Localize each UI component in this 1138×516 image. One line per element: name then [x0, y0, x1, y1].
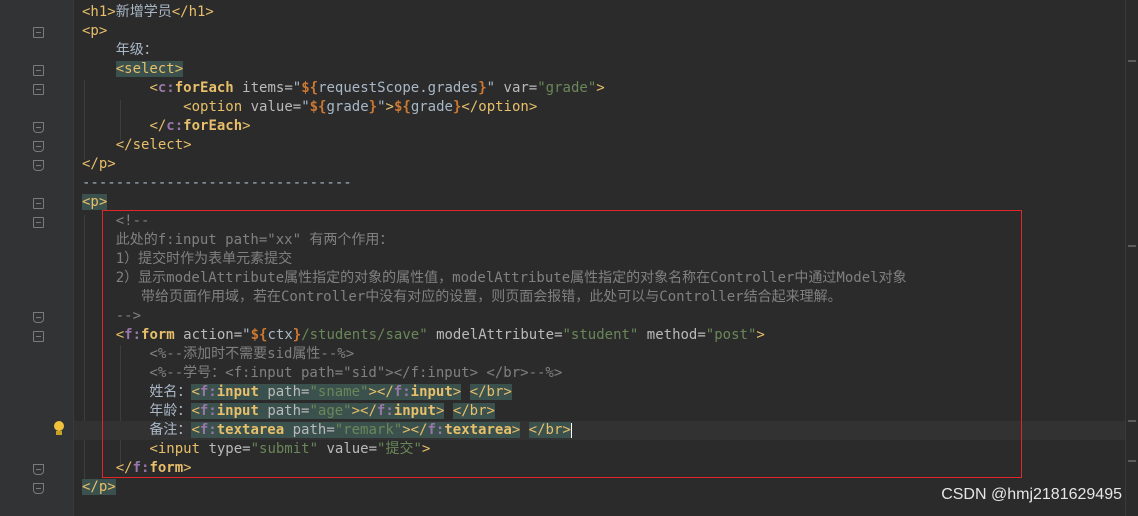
- code-token: >: [596, 80, 605, 96]
- code-token: var=: [495, 80, 538, 96]
- code-line[interactable]: <h1>新增学员</h1>: [82, 3, 1127, 22]
- code-token: grade: [410, 99, 453, 115]
- fold-marker-icon[interactable]: [33, 217, 44, 228]
- code-token: forEach: [183, 118, 243, 134]
- fold-marker-icon[interactable]: [33, 483, 44, 494]
- code-token: </option>: [461, 99, 538, 115]
- code-token: }: [368, 99, 378, 115]
- code-token: 新增学员: [115, 4, 172, 20]
- code-token: ${: [393, 99, 411, 115]
- fold-marker-icon[interactable]: [33, 65, 44, 76]
- code-token: requestScope.grades: [318, 80, 479, 96]
- vertical-scrollbar[interactable]: [1125, 0, 1138, 516]
- code-token: items=: [233, 80, 293, 96]
- watermark: CSDN @hmj2181629495: [941, 486, 1122, 503]
- code-token: ${: [309, 99, 327, 115]
- code-line[interactable]: 年级：: [82, 41, 1127, 60]
- code-token: <p>: [82, 23, 108, 39]
- fold-marker-icon[interactable]: [33, 160, 44, 171]
- fold-marker-icon[interactable]: [33, 27, 44, 38]
- code-line[interactable]: </p>: [82, 155, 1127, 174]
- code-line[interactable]: </select>: [82, 136, 1127, 155]
- code-token: ": [292, 80, 302, 96]
- fold-marker-icon[interactable]: [33, 312, 44, 323]
- code-token: <h1>: [82, 4, 116, 20]
- code-token: forEach: [174, 80, 234, 96]
- code-token: ": [486, 80, 496, 96]
- code-token: ": [301, 99, 310, 115]
- code-token: ${: [301, 80, 319, 96]
- code-token: <select>: [115, 61, 184, 77]
- code-line[interactable]: <select>: [82, 60, 1127, 79]
- fold-marker-icon[interactable]: [33, 84, 44, 95]
- code-token: </: [149, 118, 167, 134]
- code-token: <p>: [82, 194, 108, 210]
- code-token: </h1>: [171, 4, 214, 20]
- code-token: c:: [166, 118, 184, 134]
- fold-marker-icon[interactable]: [33, 122, 44, 133]
- code-line[interactable]: </c:forEach>: [82, 117, 1127, 136]
- code-token: <option: [183, 99, 243, 115]
- fold-marker-icon[interactable]: [33, 141, 44, 152]
- code-token: >: [242, 118, 251, 134]
- fold-marker-icon[interactable]: [33, 331, 44, 342]
- code-token: 年级：: [82, 42, 158, 58]
- code-token: <: [149, 80, 158, 96]
- code-token: </p>: [82, 479, 116, 495]
- gutter[interactable]: [0, 0, 73, 516]
- code-token: --------------------------------: [82, 175, 352, 191]
- code-token: ": [377, 99, 386, 115]
- code-token: "grade": [537, 80, 597, 96]
- code-token: </select>: [115, 137, 192, 153]
- fold-marker-icon[interactable]: [33, 464, 44, 475]
- code-line[interactable]: <option value="${grade}">${grade}</optio…: [82, 98, 1127, 117]
- code-token: </p>: [82, 156, 116, 172]
- code-line[interactable]: <c:forEach items="${requestScope.grades}…: [82, 79, 1127, 98]
- annotation-highlight-box: [102, 210, 1022, 478]
- code-token: c:: [157, 80, 175, 96]
- fold-marker-icon[interactable]: [33, 198, 44, 209]
- code-line[interactable]: --------------------------------: [82, 174, 1127, 193]
- lightbulb-icon[interactable]: [52, 421, 66, 437]
- code-token: >: [385, 99, 394, 115]
- code-editor[interactable]: <h1>新增学员</h1> <p> 年级： <select> <c:forEach…: [0, 0, 1138, 516]
- code-token: }: [478, 80, 487, 96]
- code-line[interactable]: <p>: [82, 22, 1127, 41]
- code-token: value=: [242, 99, 302, 115]
- code-token: grade: [326, 99, 369, 115]
